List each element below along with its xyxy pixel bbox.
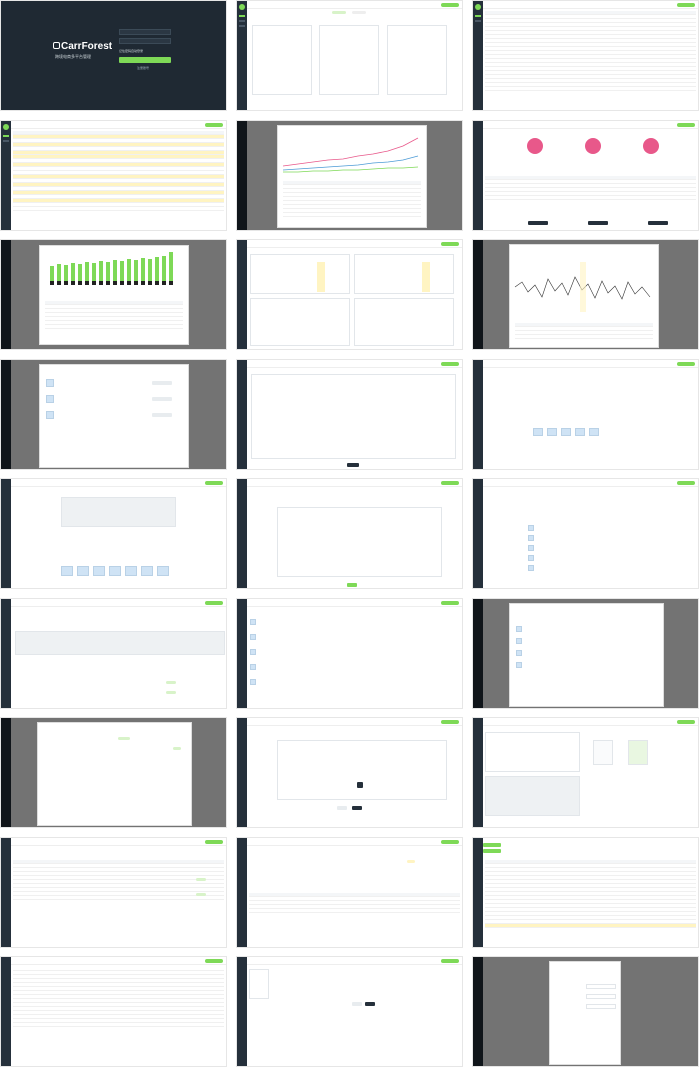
edit-modal-screen [472, 956, 699, 1067]
settings-screen [236, 0, 463, 111]
import-screen [0, 598, 227, 709]
orders-table-screen [472, 0, 699, 111]
listing-detail-modal-screen [472, 598, 699, 709]
workflow-table-screen [0, 837, 227, 948]
logo-icon [239, 4, 245, 10]
brand-subtitle: 跨境电商多平台管理 [55, 54, 91, 59]
comparison-modal-screen [0, 717, 227, 828]
finance-table-screen [472, 837, 699, 948]
bar-modal [39, 245, 189, 345]
logo-icon [53, 42, 60, 49]
login-screen: CarrForest 跨境电商多平台管理 账号 密码 记住密码自动登录 注册账号 [0, 0, 227, 111]
product-list-modal-screen [0, 359, 227, 470]
editor-screen [236, 478, 463, 589]
mapping-screen [472, 717, 699, 828]
permissions-screen [0, 956, 227, 1067]
product-modal [39, 364, 189, 468]
register-link[interactable]: 注册账号 [137, 66, 149, 70]
listing-table-screen [236, 598, 463, 709]
line-chart-modal-screen [472, 239, 699, 350]
password-field[interactable] [119, 38, 171, 44]
bar-chart-modal-screen [0, 239, 227, 350]
brand-name: CarrForest [61, 41, 113, 52]
user-icon[interactable] [441, 3, 459, 7]
signin-button[interactable] [119, 57, 171, 63]
inventory-grid-screen [0, 120, 227, 231]
listing-detail-modal [509, 603, 664, 707]
stacked-bar-chart [50, 252, 173, 285]
analytics-tables-screen [236, 239, 463, 350]
checklist-screen [236, 956, 463, 1067]
share-pie-charts [527, 138, 659, 154]
listing-images-screen [472, 359, 699, 470]
merge-screen [236, 717, 463, 828]
form-screen-a [236, 359, 463, 470]
volatility-line-chart [514, 262, 651, 312]
trend-line-chart [282, 137, 419, 173]
screenshot-collage: CarrForest 跨境电商多平台管理 账号 密码 记住密码自动登录 注册账号 [0, 0, 700, 1080]
comparison-modal [37, 722, 192, 826]
remember-checkbox[interactable]: 记住密码自动登录 [119, 49, 143, 53]
trend-chart-modal-screen [236, 120, 463, 231]
product-variants-screen [472, 478, 699, 589]
filter-table-screen [236, 837, 463, 948]
share-pie-screen [472, 120, 699, 231]
trend-modal [277, 125, 427, 228]
edit-modal [549, 961, 621, 1065]
line-modal [509, 244, 659, 348]
upload-screen [0, 478, 227, 589]
username-field[interactable] [119, 29, 171, 35]
